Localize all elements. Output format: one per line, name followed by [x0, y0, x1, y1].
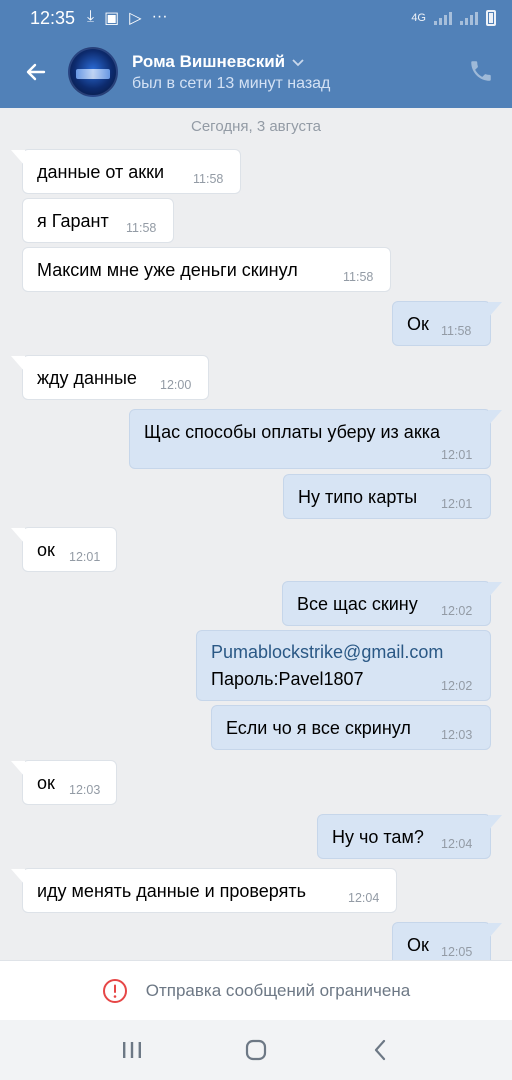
message-time: 12:02 — [441, 604, 473, 618]
message-time: 12:04 — [348, 891, 380, 905]
phone-icon[interactable] — [468, 58, 494, 84]
message-incoming[interactable]: иду менять данные и проверять 12:04 — [22, 868, 397, 913]
message-time: 12:01 — [69, 550, 101, 564]
message-text: я Гарант — [37, 211, 109, 231]
message-incoming[interactable]: ок 12:03 — [22, 760, 117, 805]
home-icon — [245, 1039, 267, 1061]
peer-last-seen: был в сети 13 минут назад — [132, 74, 331, 92]
message-incoming[interactable]: ок 12:01 — [22, 527, 117, 572]
message-time: 11:58 — [441, 324, 472, 338]
more-icon: ··· — [151, 8, 168, 25]
image-icon: ▣ — [104, 10, 120, 27]
message-time: 12:03 — [69, 783, 101, 797]
message-time: 12:00 — [160, 378, 192, 392]
message-time: 11:58 — [343, 270, 374, 284]
message-time: 12:01 — [441, 497, 473, 511]
restriction-banner: Отправка сообщений ограничена — [0, 960, 512, 1020]
message-text: жду данные — [37, 368, 137, 388]
home-button[interactable] — [240, 1034, 272, 1066]
message-text: Ну типо карты — [298, 487, 418, 507]
message-incoming[interactable]: жду данные 12:00 — [22, 355, 209, 400]
system-nav-bar — [0, 1020, 512, 1080]
date-separator: Сегодня, 3 августа — [191, 118, 321, 135]
message-text: Максим мне уже деньги скинул — [37, 260, 298, 280]
message-text: данные от акки — [37, 162, 165, 182]
message-text: Ок — [407, 935, 429, 955]
message-outgoing[interactable]: Ну чо там? 12:04 — [317, 814, 491, 859]
message-outgoing[interactable]: Щас способы оплаты уберу из акка 12:01 — [129, 409, 491, 469]
message-text: Если чо я все скринул — [226, 718, 411, 738]
back-nav-button[interactable] — [364, 1034, 396, 1066]
peer-info[interactable]: Рома Вишневский был в сети 13 минут наза… — [132, 52, 330, 93]
message-outgoing[interactable]: Pumablockstrike@gmail.com Пароль:Pavel18… — [196, 630, 491, 701]
message-time: 11:58 — [126, 221, 157, 235]
message-outgoing[interactable]: Ну типо карты 12:01 — [283, 474, 491, 519]
message-text: Все щас скину — [297, 594, 418, 614]
message-text: Пароль:Pavel1807 — [211, 669, 364, 689]
message-outgoing[interactable]: Если чо я все скринул 12:03 — [211, 705, 491, 750]
message-text: иду менять данные и проверять — [37, 881, 306, 901]
message-time: 12:02 — [441, 679, 473, 693]
message-time: 12:04 — [441, 837, 473, 851]
chevron-down-icon — [292, 58, 304, 66]
peer-name: Рома Вишневский — [132, 51, 286, 71]
message-incoming[interactable]: Максим мне уже деньги скинул 11:58 — [22, 247, 391, 292]
status-time: 12:35 — [30, 7, 76, 28]
message-time: 11:58 — [193, 172, 224, 186]
message-text: Ок — [407, 314, 429, 334]
restriction-text: Отправка сообщений ограничена — [145, 980, 411, 1000]
recent-apps-icon — [123, 1042, 141, 1058]
message-time: 12:01 — [441, 448, 473, 462]
message-outgoing[interactable]: Ок 12:05 — [392, 922, 491, 960]
network-type: 4G — [411, 12, 426, 24]
message-text: ок — [37, 540, 55, 560]
email-link[interactable]: Pumablockstrike@gmail.com — [211, 642, 443, 663]
message-time: 12:05 — [441, 945, 473, 959]
recent-apps-button[interactable] — [116, 1034, 148, 1066]
message-list[interactable]: Сегодня, 3 августа данные от акки 11:58 … — [0, 108, 512, 960]
message-incoming[interactable]: я Гарант 11:58 — [22, 198, 174, 243]
download-icon: ⤓ — [87, 8, 95, 25]
top-bar: 12:35 ⤓ ▣ ▷ ··· 4G Рома Вишневский был в… — [0, 0, 512, 108]
message-text: Щас способы оплаты уберу из акка — [144, 422, 440, 442]
avatar[interactable] — [68, 47, 118, 97]
status-bar: 12:35 ⤓ ▣ ▷ ··· 4G — [0, 0, 512, 36]
back-arrow-icon — [26, 63, 46, 81]
message-outgoing[interactable]: Все щас скину 12:02 — [282, 581, 491, 626]
signal-icon-2 — [460, 11, 478, 25]
message-outgoing[interactable]: Ок 11:58 — [392, 301, 491, 346]
signal-icon — [434, 11, 452, 25]
message-time: 12:03 — [441, 728, 473, 742]
play-store-icon: ▷ — [129, 10, 142, 27]
message-text: Ну чо там? — [332, 827, 424, 847]
back-button[interactable] — [22, 58, 50, 86]
message-text: ок — [37, 773, 55, 793]
message-incoming[interactable]: данные от акки 11:58 — [22, 149, 241, 194]
chat-header: Рома Вишневский был в сети 13 минут наза… — [0, 36, 512, 108]
back-nav-icon — [374, 1039, 386, 1061]
system-indicators: 4G — [411, 10, 496, 26]
battery-icon — [486, 10, 496, 26]
warning-icon — [102, 978, 127, 1003]
notification-icons: ⤓ ▣ ▷ ··· — [87, 8, 168, 28]
